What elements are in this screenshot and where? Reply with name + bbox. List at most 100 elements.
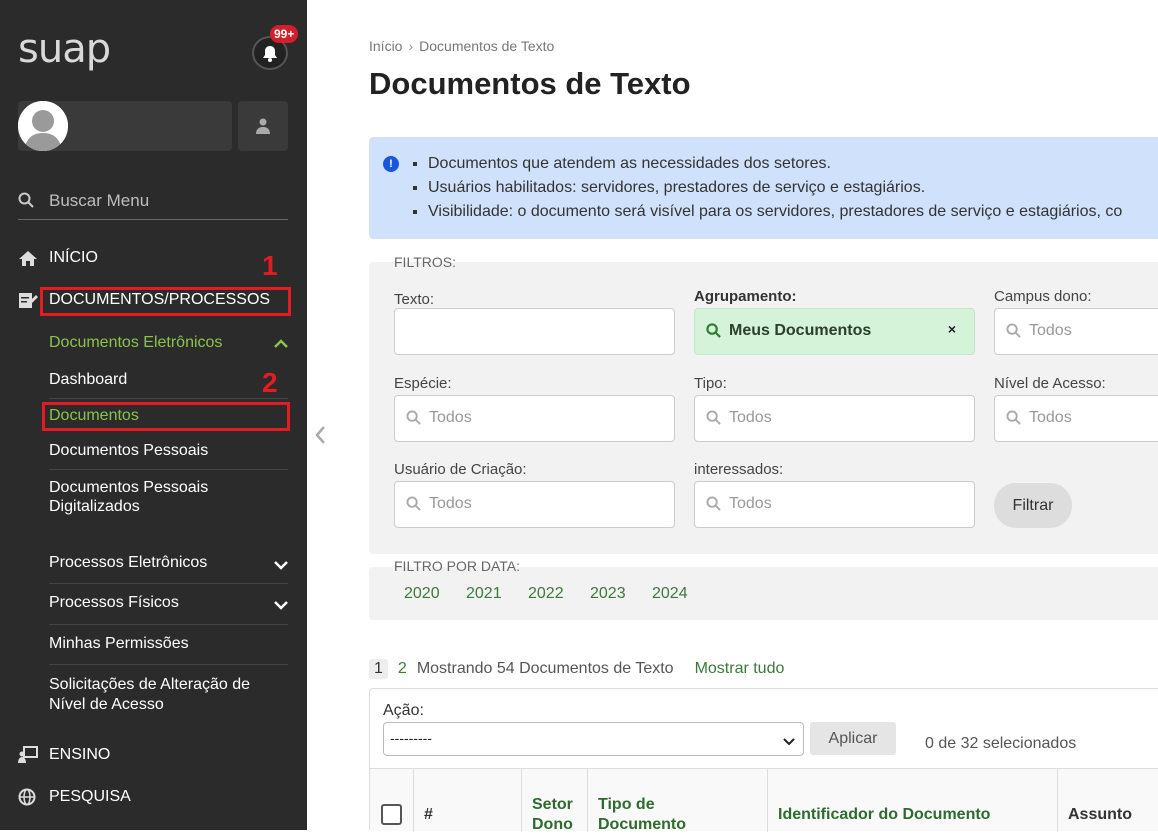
nivel-label: Nível de Acesso: xyxy=(994,375,1106,392)
especie-select[interactable]: Todos xyxy=(394,395,675,442)
sidebar: suap 99+ Buscar Menu INÍCIO DOCUMENTOS/P… xyxy=(0,0,307,830)
suap-logo[interactable]: suap xyxy=(18,26,111,72)
annotation-box-2 xyxy=(42,402,290,431)
col-assunto[interactable]: Assunto xyxy=(1058,769,1158,832)
sidebar-item-dashboard[interactable]: Dashboard xyxy=(49,371,127,389)
show-all-link[interactable]: Mostrar tudo xyxy=(695,660,785,678)
nav-pesquisa-label: PESQUISA xyxy=(49,788,131,805)
avatar xyxy=(18,101,68,151)
interessados-label: interessados: xyxy=(694,461,784,478)
chevron-down-icon xyxy=(783,733,795,751)
sidebar-item-documentos-pessoais[interactable]: Documentos Pessoais xyxy=(49,442,208,460)
campus-select[interactable]: Todos xyxy=(994,308,1158,355)
annotation-number-1: 1 xyxy=(262,250,278,281)
annotation-box-1 xyxy=(40,287,291,316)
page-link[interactable]: 2 xyxy=(398,660,407,678)
pagination: 1 2 Mostrando 54 Documentos de Texto Mos… xyxy=(369,659,784,679)
tipo-label: Tipo: xyxy=(694,375,727,392)
nav-ensino[interactable]: ENSINO xyxy=(18,746,110,764)
results-summary: Mostrando 54 Documentos de Texto xyxy=(416,660,674,677)
usuario-placeholder: Todos xyxy=(429,495,472,512)
search-icon xyxy=(406,410,421,430)
col-tipo-documento[interactable]: Tipo de Documento xyxy=(588,769,768,833)
col-setor-dono[interactable]: Setor Dono xyxy=(522,769,588,833)
year-link[interactable]: 2021 xyxy=(466,585,502,603)
section-documentos-eletronicos[interactable]: Documentos Eletrônicos xyxy=(49,334,222,352)
user-box[interactable] xyxy=(18,101,232,151)
usuario-select[interactable]: Todos xyxy=(394,481,675,528)
nivel-select[interactable]: Todos xyxy=(994,395,1158,442)
agrupamento-select[interactable]: Meus Documentos × xyxy=(694,308,975,355)
year-link[interactable]: 2022 xyxy=(528,585,564,603)
filters-panel: FILTROS: Texto: Agrupamento: Meus Docume… xyxy=(369,254,1158,554)
year-link[interactable]: 2024 xyxy=(652,585,688,603)
clear-icon[interactable]: × xyxy=(948,321,956,337)
search-icon xyxy=(706,496,721,516)
texto-label: Texto: xyxy=(394,291,435,308)
apply-button[interactable]: Aplicar xyxy=(810,722,896,755)
sidebar-item-processos-fisicos[interactable]: Processos Físicos xyxy=(49,594,179,612)
nav-pesquisa[interactable]: PESQUISA xyxy=(18,788,131,806)
chevron-right-icon: › xyxy=(408,38,414,54)
notification-badge: 99+ xyxy=(270,25,299,43)
selected-count: 0 de 32 selecionados xyxy=(925,735,1077,752)
date-filter-title: FILTRO POR DATA: xyxy=(394,558,521,574)
bell-icon xyxy=(263,45,277,62)
usuario-label: Usuário de Criação: xyxy=(394,461,527,478)
home-icon xyxy=(18,250,40,267)
action-select[interactable]: --------- xyxy=(383,722,804,756)
table-header: # Setor Dono Tipo de Documento Identific… xyxy=(370,768,1158,833)
select-all-cell xyxy=(370,769,414,832)
user-icon xyxy=(256,118,270,134)
profile-button[interactable] xyxy=(238,101,288,151)
filters-title: FILTROS: xyxy=(394,254,456,270)
document-edit-icon xyxy=(18,291,40,309)
info-icon: ! xyxy=(383,156,399,172)
chevron-down-icon[interactable] xyxy=(274,597,288,615)
annotation-number-2: 2 xyxy=(262,367,278,398)
campus-label: Campus dono: xyxy=(994,288,1092,305)
breadcrumb: Início › Documentos de Texto xyxy=(369,38,554,54)
especie-label: Espécie: xyxy=(394,375,452,392)
search-icon xyxy=(1006,323,1021,343)
search-icon xyxy=(1006,410,1021,430)
page-title: Documentos de Texto xyxy=(369,66,691,101)
col-number[interactable]: # xyxy=(414,769,522,832)
action-selected: --------- xyxy=(390,730,432,746)
nav-inicio[interactable]: INÍCIO xyxy=(18,249,98,267)
col-identificador[interactable]: Identificador do Documento xyxy=(768,769,1058,832)
nav-inicio-label: INÍCIO xyxy=(49,249,98,266)
campus-placeholder: Todos xyxy=(1029,322,1072,339)
search-icon xyxy=(706,323,721,343)
chevron-up-icon[interactable] xyxy=(274,336,288,354)
info-item: Documentos que atendem as necessidades d… xyxy=(428,152,1122,176)
search-icon xyxy=(18,192,34,213)
info-alert: ! Documentos que atendem as necessidades… xyxy=(369,137,1158,239)
breadcrumb-home[interactable]: Início xyxy=(369,38,402,54)
interessados-placeholder: Todos xyxy=(729,495,772,512)
filtrar-button[interactable]: Filtrar xyxy=(994,483,1072,528)
select-all-checkbox[interactable] xyxy=(381,804,402,825)
info-item: Visibilidade: o documento será visível p… xyxy=(428,200,1122,224)
sidebar-item-processos-eletronicos[interactable]: Processos Eletrônicos xyxy=(49,554,207,572)
sidebar-item-minhas-permissoes[interactable]: Minhas Permissões xyxy=(49,635,189,653)
chevron-down-icon[interactable] xyxy=(274,557,288,575)
teaching-icon xyxy=(18,746,40,764)
breadcrumb-current: Documentos de Texto xyxy=(419,38,555,54)
agrupamento-value: Meus Documentos xyxy=(729,322,872,339)
year-link[interactable]: 2020 xyxy=(404,585,440,603)
avatar-silhouette-icon xyxy=(18,101,68,151)
especie-placeholder: Todos xyxy=(429,409,472,426)
year-link[interactable]: 2023 xyxy=(590,585,626,603)
tipo-select[interactable]: Todos xyxy=(694,395,975,442)
interessados-select[interactable]: Todos xyxy=(694,481,975,528)
globe-icon xyxy=(18,788,40,806)
texto-input[interactable] xyxy=(394,308,675,355)
menu-search-label: Buscar Menu xyxy=(49,191,150,210)
sidebar-item-solicitacoes[interactable]: Solicitações de Alteração de Nível de Ac… xyxy=(49,675,279,715)
sidebar-item-documentos-pessoais-digitalizados[interactable]: Documentos Pessoais Digitalizados xyxy=(49,478,249,516)
menu-search[interactable]: Buscar Menu xyxy=(18,186,288,220)
date-filter: FILTRO POR DATA: 2020 2021 2022 2023 202… xyxy=(369,558,1158,620)
search-icon xyxy=(706,410,721,430)
tipo-placeholder: Todos xyxy=(729,409,772,426)
